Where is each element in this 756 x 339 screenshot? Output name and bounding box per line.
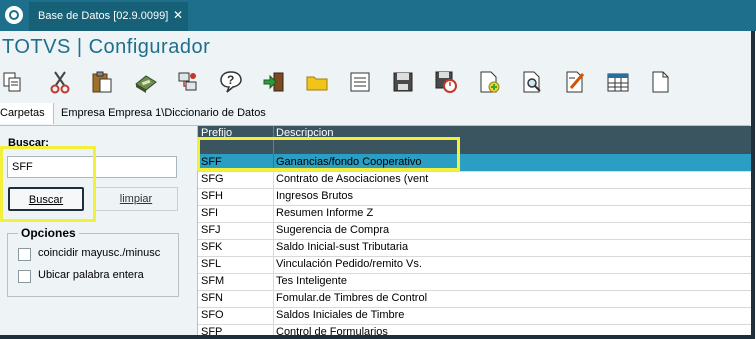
cell-prefix: SFH — [201, 190, 223, 202]
edit-icon[interactable] — [563, 70, 587, 94]
cell-description: Control de Formularios — [276, 326, 388, 335]
close-icon[interactable]: ✕ — [173, 8, 183, 22]
limpiar-button-label: limpiar — [119, 193, 153, 205]
add-page-icon[interactable] — [477, 70, 501, 94]
cell-description: Ingresos Brutos — [276, 190, 354, 202]
cell-description: Tes Inteligente — [276, 275, 347, 287]
list-icon[interactable] — [348, 70, 372, 94]
tab-base-de-datos[interactable]: Base de Datos [02.9.0099] ✕ — [29, 2, 188, 31]
cell-description: Saldo Inicial-sust Tributaria — [276, 241, 409, 253]
cell-separator — [273, 188, 274, 205]
cell-separator — [273, 290, 274, 307]
tab-title: Base de Datos [02.9.0099] — [38, 10, 169, 22]
whole-word-checkbox[interactable] — [18, 270, 31, 283]
totvs-logo-icon — [5, 6, 23, 24]
cell-separator — [273, 324, 274, 335]
table-row[interactable]: SFP Control de Formularios — [198, 324, 751, 335]
table-row[interactable]: SFM Tes Inteligente — [198, 273, 751, 291]
table-row[interactable]: SFG Contrato de Asociaciones (vent — [198, 171, 751, 189]
breadcrumb: Empresa Empresa 1\Diccionario de Datos — [61, 107, 266, 119]
cell-separator — [273, 273, 274, 290]
cell-description: Contrato de Asociaciones (vent — [276, 173, 429, 185]
cell-prefix: SFK — [201, 241, 223, 253]
cell-prefix: SFN — [201, 292, 223, 304]
svg-text:?: ? — [227, 73, 234, 87]
table-row[interactable]: SFN Fomular.de Timbres de Control — [198, 290, 751, 308]
cut-icon[interactable] — [48, 70, 72, 94]
cell-separator — [273, 256, 274, 273]
table-row[interactable]: SFI Resumen Informe Z — [198, 205, 751, 223]
cell-prefix: SFG — [201, 173, 224, 185]
cell-description: Fomular.de Timbres de Control — [276, 292, 428, 304]
preview-icon[interactable] — [520, 70, 544, 94]
cell-separator — [273, 171, 274, 188]
table-row[interactable]: SFK Saldo Inicial-sust Tributaria — [198, 239, 751, 257]
cell-prefix: SFM — [201, 275, 225, 287]
table-row[interactable]: SFJ Sugerencia de Compra — [198, 222, 751, 240]
cell-prefix: SFI — [201, 207, 219, 219]
calculator-icon[interactable] — [134, 70, 158, 94]
connect-icon[interactable] — [176, 70, 200, 94]
cell-separator — [273, 239, 274, 256]
navigation-tabs: Carpetas Empresa Empresa 1\Diccionario d… — [0, 103, 750, 126]
row-highlight-box — [197, 137, 460, 171]
cell-prefix: SFO — [201, 309, 224, 321]
toolbar: ? — [0, 66, 750, 100]
match-case-checkbox[interactable] — [18, 248, 31, 261]
copy-icon[interactable] — [0, 70, 24, 94]
cell-prefix: SFJ — [201, 224, 221, 236]
cell-description: Vinculación Pedido/remito Vs. — [276, 258, 422, 270]
tab-carpetas[interactable]: Carpetas — [0, 103, 54, 124]
cell-separator — [273, 307, 274, 324]
cell-description: Resumen Informe Z — [276, 207, 374, 219]
cell-separator — [273, 205, 274, 222]
table-row[interactable]: SFO Saldos Iniciales de Timbre — [198, 307, 751, 325]
limpiar-button[interactable]: limpiar — [94, 187, 178, 211]
paste-icon[interactable] — [90, 70, 114, 94]
options-title: Opciones — [18, 226, 79, 240]
exit-icon[interactable] — [262, 70, 286, 94]
table-icon[interactable] — [606, 70, 630, 94]
title-bar: Base de Datos [02.9.0099] ✕ — [0, 0, 756, 31]
document-icon[interactable] — [649, 70, 673, 94]
folder-icon[interactable] — [305, 70, 329, 94]
save-icon[interactable] — [391, 70, 415, 94]
cell-description: Sugerencia de Compra — [276, 224, 390, 236]
match-case-label: coincidir mayusc./minusc — [38, 247, 161, 259]
options-group: Opciones coincidir mayusc./minusc Ubicar… — [7, 226, 179, 297]
help-icon[interactable]: ? — [219, 70, 243, 94]
table-row[interactable]: SFL Vinculación Pedido/remito Vs. — [198, 256, 751, 274]
app-title: TOTVS | Configurador — [2, 36, 211, 58]
cell-prefix: SFP — [201, 326, 223, 335]
cell-separator — [273, 222, 274, 239]
whole-word-label: Ubicar palabra entera — [38, 269, 144, 281]
table-row[interactable]: SFH Ingresos Brutos — [198, 188, 751, 206]
cell-prefix: SFL — [201, 258, 222, 270]
save-record-icon[interactable] — [434, 70, 458, 94]
tab-carpetas-label: Carpetas — [0, 107, 45, 119]
search-highlight-box — [0, 146, 96, 222]
cell-description: Saldos Iniciales de Timbre — [276, 309, 405, 321]
